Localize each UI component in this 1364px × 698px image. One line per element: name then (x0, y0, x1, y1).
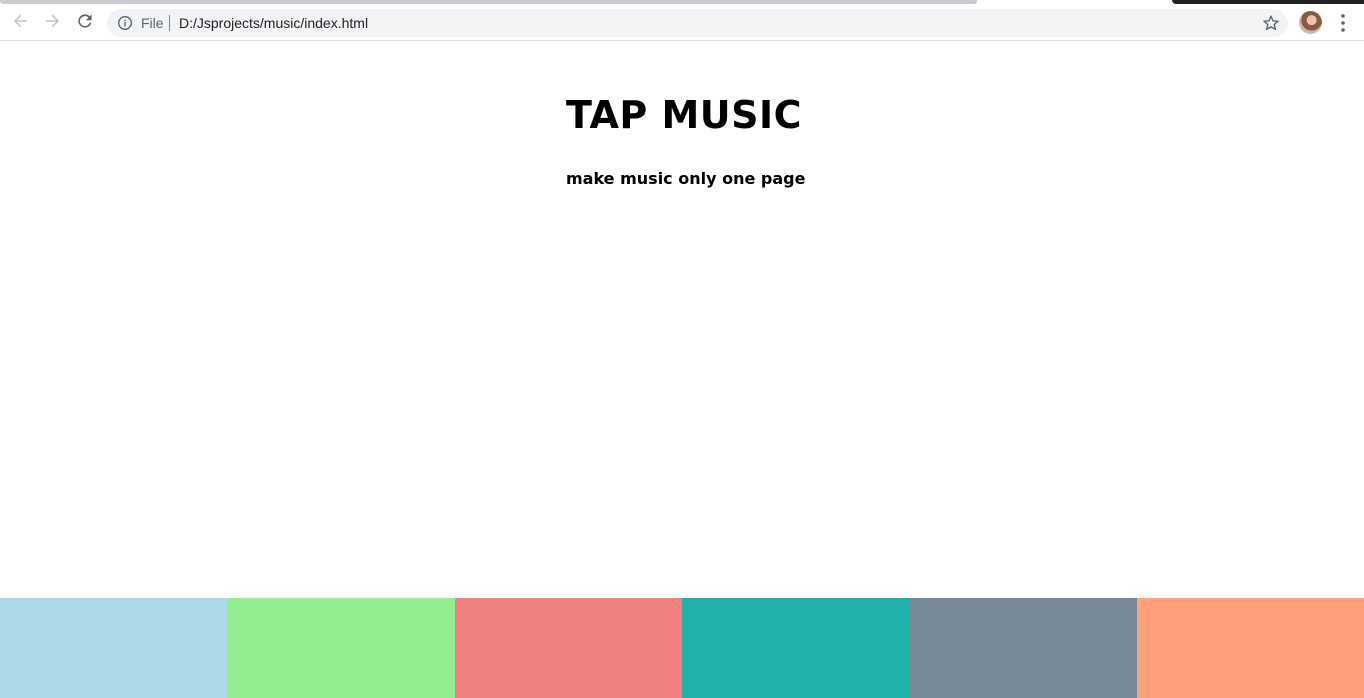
pad-6[interactable] (1136, 598, 1364, 698)
info-icon[interactable] (117, 15, 133, 31)
profile-avatar[interactable] (1299, 11, 1322, 34)
reload-button[interactable] (72, 8, 98, 34)
pad-3[interactable] (454, 598, 682, 698)
reload-icon (78, 14, 92, 28)
page-content: TAP MUSIC make music only one page (0, 41, 1364, 698)
page-subtitle: make music only one page (566, 169, 806, 188)
sound-pads (0, 598, 1364, 698)
forward-button[interactable] (39, 8, 65, 34)
arrow-left-icon (14, 14, 27, 28)
url-text[interactable]: D:/Jsprojects/music/index.html (179, 14, 368, 32)
omnibox-divider (169, 15, 170, 31)
arrow-right-icon (46, 14, 59, 28)
inactive-tab[interactable] (0, 0, 977, 4)
pad-5[interactable] (909, 598, 1137, 698)
kebab-menu-icon[interactable] (1334, 12, 1352, 34)
browser-toolbar: File D:/Jsprojects/music/index.html (0, 5, 1364, 41)
address-bar[interactable]: File D:/Jsprojects/music/index.html (107, 9, 1288, 37)
back-button[interactable] (8, 8, 34, 34)
pad-1[interactable] (0, 598, 228, 698)
star-icon[interactable] (1262, 14, 1280, 32)
pad-4[interactable] (681, 598, 910, 698)
active-tab[interactable] (1172, 0, 1364, 4)
url-scheme-label: File (141, 15, 164, 31)
page-title: TAP MUSIC (566, 93, 803, 137)
pad-2[interactable] (227, 598, 455, 698)
